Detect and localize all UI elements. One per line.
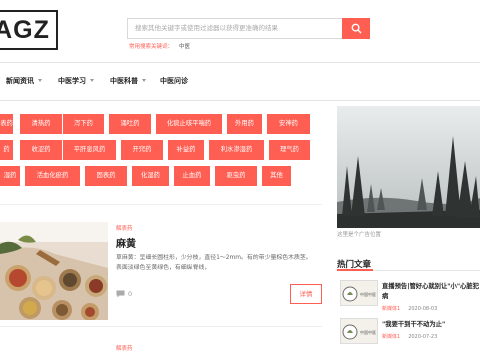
site-logo[interactable]: AGZ	[0, 10, 58, 50]
article-author[interactable]: 新媒体1	[382, 334, 400, 340]
tag-button[interactable]: 清热药	[20, 114, 62, 134]
tag-button[interactable]: 补益药	[168, 140, 204, 160]
ad-banner[interactable]	[337, 106, 480, 228]
nav-item-label: 新闻资讯	[6, 77, 34, 85]
hot-keyword-link[interactable]: 中医	[179, 44, 190, 50]
tag-button[interactable]: 外用药	[227, 114, 262, 134]
divider	[0, 326, 322, 327]
nav-item-popular-science[interactable]: 中医科普	[110, 76, 146, 86]
article-thumb-text: 中国中医	[360, 329, 376, 335]
title-accent-bar	[337, 269, 373, 271]
post-category[interactable]: 解表药	[116, 344, 133, 352]
tag-button[interactable]: 药	[0, 140, 13, 160]
post-thumbnail[interactable]	[0, 222, 108, 320]
post-excerpt: 草麻黄：呈细长圆柱形，少分枝，直径1～2mm。有的带少量棕色木质茎。表面淡绿色至…	[116, 255, 312, 271]
ad-caption: 这里是个广告位置	[337, 232, 382, 238]
comment-icon	[116, 290, 125, 298]
tag-button[interactable]: 湿药	[0, 166, 20, 186]
post-category[interactable]: 解表药	[116, 224, 133, 232]
article-thumbnail[interactable]: 中国中医	[340, 280, 378, 306]
article-date: 2020-08-03	[408, 306, 438, 312]
article-thumb-text: 中国中医	[360, 291, 376, 297]
hot-keywords: 常用搜索关键词： 中医	[129, 42, 190, 50]
tag-button[interactable]: 理气药	[269, 140, 310, 160]
divider	[0, 100, 480, 101]
detail-button[interactable]: 详情	[290, 284, 322, 304]
tag-button[interactable]: 安神药	[267, 114, 310, 134]
article-title-line: "我要干到干不动为止"	[382, 321, 446, 328]
tag-button[interactable]: 其他	[262, 166, 291, 186]
nav-item-label: 中医学习	[58, 77, 86, 85]
tag-button[interactable]: 收涩药	[20, 140, 62, 160]
hot-keywords-label: 常用搜索关键词：	[129, 44, 174, 50]
search-icon	[351, 23, 362, 34]
tag-button[interactable]: 固表药	[85, 166, 127, 186]
tag-button[interactable]: 利水渗湿药	[209, 140, 264, 160]
article-thumbnail[interactable]: 中国中医	[340, 318, 378, 344]
article-meta: 新媒体1 2020-08-03	[382, 305, 437, 312]
tag-button[interactable]: 平肝息风药	[62, 140, 116, 160]
article-meta: 新媒体1 2020-07-23	[382, 333, 437, 340]
tag-button[interactable]: 驱虫药	[215, 166, 257, 186]
caret-down-icon	[142, 79, 146, 82]
nav-item-study[interactable]: 中医学习	[58, 76, 94, 86]
tag-button[interactable]: 开窍药	[121, 140, 163, 160]
article-author[interactable]: 新媒体1	[382, 306, 400, 312]
comment-count: 0	[128, 290, 133, 298]
article-title[interactable]: 直播预告|管好心就别让"小"心脏犯病	[382, 282, 479, 302]
tag-button[interactable]: 泻下药	[62, 114, 104, 134]
post-comments[interactable]: 0	[116, 290, 132, 298]
tag-button[interactable]: 化痰止咳平喘药	[156, 114, 222, 134]
tag-button[interactable]: 表药	[0, 114, 13, 134]
tag-button[interactable]: 止血药	[174, 166, 210, 186]
post-title[interactable]: 麻黄	[116, 235, 136, 250]
nav-item-consultation[interactable]: 中医问诊	[160, 76, 188, 86]
tag-button[interactable]: 涌吐药	[109, 114, 151, 134]
article-title-line: 直播预告|管好心就别让"小"心脏犯	[382, 283, 480, 290]
tag-button[interactable]: 化湿药	[132, 166, 169, 186]
divider	[0, 204, 322, 205]
caret-down-icon	[38, 79, 42, 82]
search-button[interactable]	[342, 18, 370, 39]
search-input[interactable]: 搜索其他关键字或使用过滤器以获得更准确的结果	[127, 18, 343, 39]
nav-item-label: 中医科普	[110, 77, 138, 85]
caret-down-icon	[90, 79, 94, 82]
article-date: 2020-07-23	[408, 334, 438, 340]
divider	[0, 62, 480, 63]
article-title-line: 病	[382, 293, 389, 300]
tag-button[interactable]: 活血化瘀药	[25, 166, 80, 186]
nav-item-label: 中医问诊	[160, 77, 188, 85]
nav-item-news[interactable]: 新闻资讯	[6, 76, 42, 86]
article-title[interactable]: "我要干到干不动为止"	[382, 320, 445, 330]
